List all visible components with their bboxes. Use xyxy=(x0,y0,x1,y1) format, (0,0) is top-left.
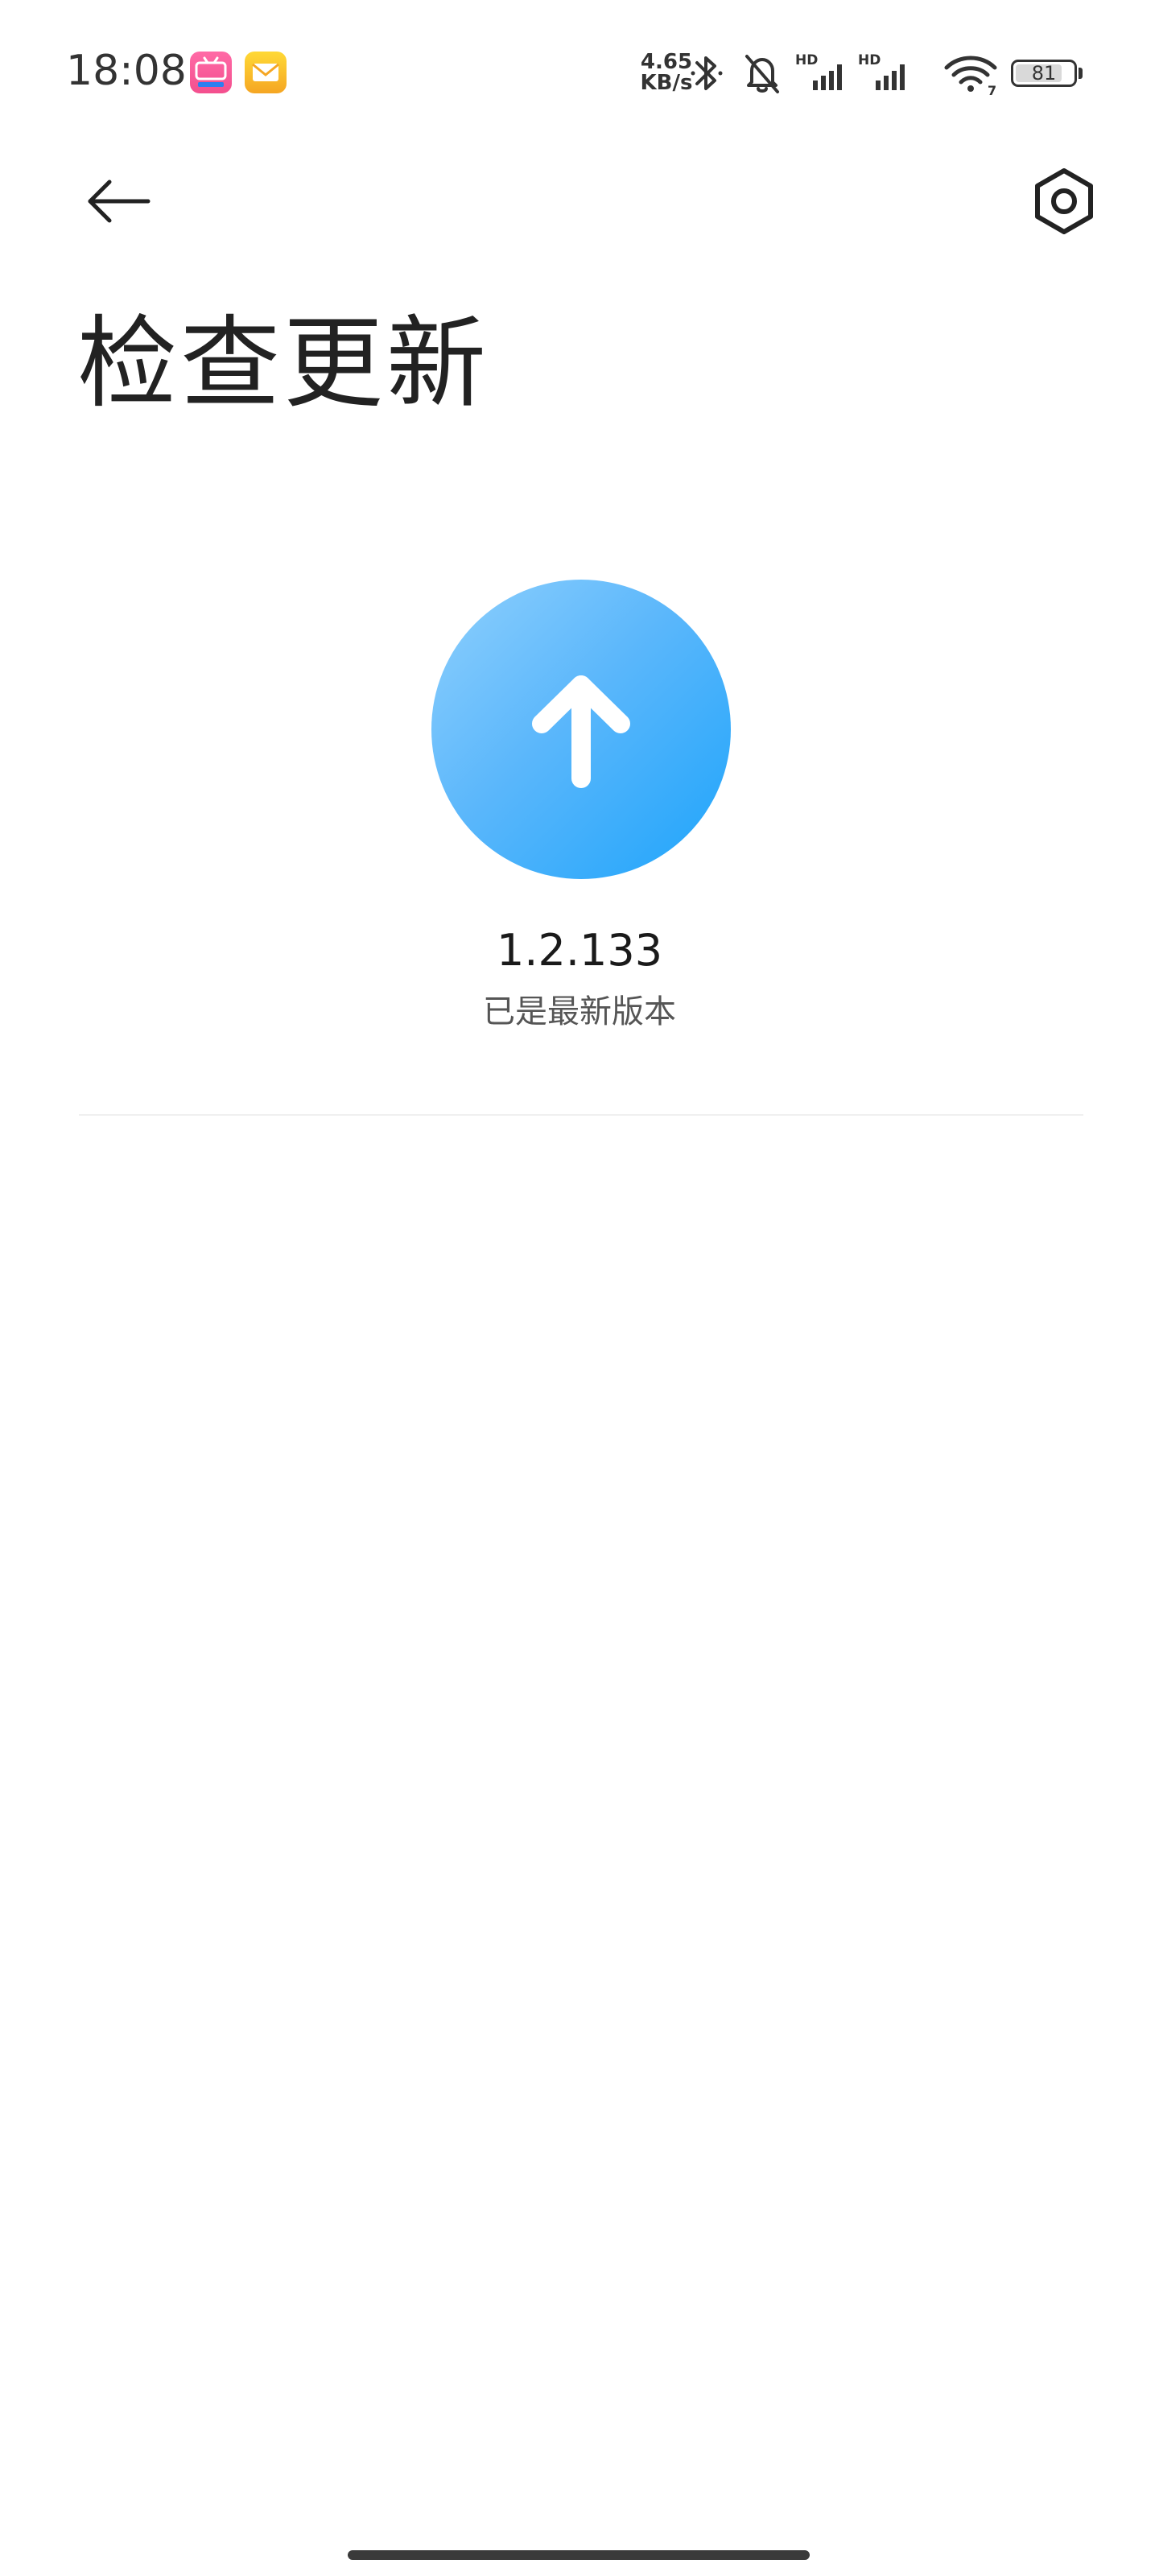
bilibili-icon xyxy=(190,52,232,93)
battery-cap xyxy=(1079,68,1083,79)
divider xyxy=(79,1114,1083,1116)
status-bar: 18:08 4.65 KB/s HD HD 7 81 xyxy=(0,0,1159,145)
version-number: 1.2.133 xyxy=(496,925,663,976)
back-button[interactable] xyxy=(71,153,167,250)
bell-off-icon xyxy=(740,50,784,100)
update-status-circle xyxy=(431,580,731,879)
cellular-signal-1-icon: HD xyxy=(795,50,847,100)
status-time: 18:08 xyxy=(66,47,187,95)
cellular-signal-2-icon: HD xyxy=(858,50,909,100)
wifi-label: 7 xyxy=(988,83,996,97)
home-indicator[interactable] xyxy=(348,2550,810,2560)
battery-icon: 81 xyxy=(1011,60,1077,87)
update-status-text: 已是最新版本 xyxy=(483,993,676,1030)
wifi-icon: 7 xyxy=(943,50,1000,100)
hexagon-gear-icon xyxy=(1035,168,1093,234)
battery-level: 81 xyxy=(1031,62,1057,85)
page-title: 检查更新 xyxy=(77,306,490,422)
signal-2-label: HD xyxy=(858,52,881,68)
arrow-left-icon xyxy=(88,180,151,223)
bluetooth-icon xyxy=(689,50,724,100)
signal-1-label: HD xyxy=(795,52,818,68)
mail-icon xyxy=(245,52,287,93)
arrow-up-icon xyxy=(532,675,630,788)
settings-button[interactable] xyxy=(1016,153,1112,250)
